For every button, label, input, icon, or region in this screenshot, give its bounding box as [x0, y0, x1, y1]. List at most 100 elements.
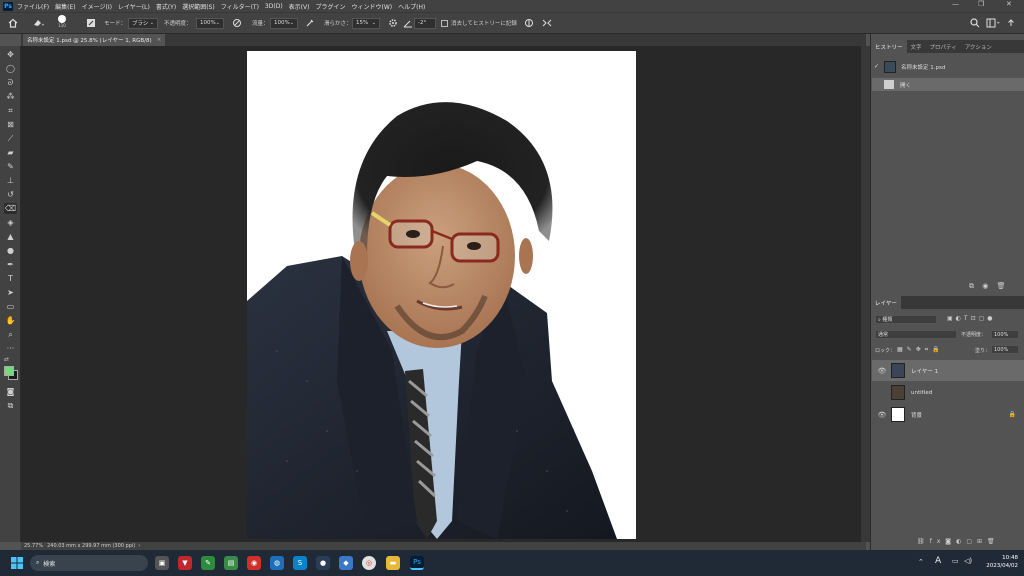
fill-input[interactable]: 100% [991, 345, 1019, 354]
blur-tool-icon[interactable]: ▲ [4, 231, 17, 242]
close-tab-icon[interactable]: × [157, 37, 162, 43]
app-icon[interactable]: ✎ [201, 556, 215, 570]
menu-layer[interactable]: レイヤー(L) [118, 2, 150, 11]
photoshop-taskbar-icon[interactable]: Ps [410, 556, 424, 570]
home-icon[interactable] [8, 17, 18, 29]
chrome-icon[interactable]: ◎ [362, 556, 376, 570]
airbrush-icon[interactable] [305, 17, 315, 29]
layer-row[interactable]: 👁 背景 🔒 [872, 404, 1024, 425]
taskbar-clock[interactable]: 10:48 2023/04/02 [986, 554, 1018, 570]
minimize-button[interactable]: — [952, 0, 959, 8]
search-icon[interactable] [970, 17, 980, 29]
tab-actions[interactable]: アクション [961, 40, 996, 53]
healing-brush-tool-icon[interactable]: ▰ [4, 147, 17, 158]
erase-to-history-checkbox[interactable]: 消去してヒストリーに記録 [441, 17, 517, 29]
windows-start-icon[interactable] [10, 556, 24, 570]
zoom-tool-icon[interactable]: ⌕ [4, 329, 17, 340]
lock-icons[interactable]: ▦✎✥⌗🔒 [897, 346, 944, 354]
swap-colors-icon[interactable]: ⇄ [4, 356, 9, 363]
paint-bucket-tool-icon[interactable]: ◈ [4, 217, 17, 228]
file-explorer-icon[interactable]: ▬ [386, 556, 400, 570]
rectangle-tool-icon[interactable]: ▭ [4, 301, 17, 312]
blend-mode-select[interactable]: 通常 [875, 330, 957, 339]
document-tab[interactable]: 名称未設定 1.psd @ 25.8% (レイヤー 1, RGB/8) × [23, 34, 165, 46]
path-selection-tool-icon[interactable]: ➤ [4, 287, 17, 298]
flow-input[interactable]: 100% ⌄ [270, 17, 298, 29]
lasso-tool-icon[interactable]: ᘐ [4, 77, 17, 88]
pen-tool-icon[interactable]: ✒ [4, 259, 17, 270]
quick-mask-icon[interactable]: ◙ [4, 386, 17, 397]
layer-row[interactable]: untitled [872, 382, 1024, 403]
smoothing-input[interactable]: 15% ⌄ [352, 17, 380, 29]
dodge-tool-icon[interactable]: ● [4, 245, 17, 256]
zoom-level[interactable]: 25.77% [24, 543, 43, 549]
maximize-button[interactable]: ❐ [978, 0, 984, 8]
trash-icon[interactable]: 🗑 [997, 282, 1006, 290]
more-tools-icon[interactable]: ··· [4, 343, 17, 354]
hand-tool-icon[interactable]: ✋ [4, 315, 17, 326]
eraser-tool-preset-icon[interactable] [32, 17, 44, 29]
app-icon[interactable]: ◉ [247, 556, 261, 570]
menu-plugins[interactable]: プラグイン [315, 2, 345, 11]
tab-history[interactable]: ヒストリー [871, 40, 907, 53]
symmetry-icon[interactable] [542, 17, 552, 29]
menu-image[interactable]: イメージ(I) [82, 2, 112, 11]
ime-indicator[interactable]: A [935, 556, 941, 566]
status-menu-icon[interactable]: › [138, 543, 140, 549]
pressure-opacity-icon[interactable] [232, 17, 242, 29]
menu-edit[interactable]: 編集(E) [55, 2, 75, 11]
layer-row[interactable]: 👁 レイヤー 1 [872, 360, 1024, 381]
task-view-icon[interactable]: ▣ [155, 556, 169, 570]
app-icon[interactable]: ◆ [339, 556, 353, 570]
menu-select[interactable]: 選択範囲(S) [182, 2, 215, 11]
brush-settings-icon[interactable] [86, 17, 96, 29]
magic-wand-tool-icon[interactable]: ⁂ [4, 91, 17, 102]
volume-icon[interactable]: ◁) [964, 557, 972, 565]
type-tool-icon[interactable]: T [4, 273, 17, 284]
menu-type[interactable]: 書式(Y) [156, 2, 176, 11]
new-document-from-state-icon[interactable]: ⧉ [969, 282, 974, 290]
screen-mode-icon[interactable]: ⧉ [4, 400, 17, 411]
crop-tool-icon[interactable]: ⌗ [4, 105, 17, 116]
close-window-button[interactable]: ✕ [1006, 0, 1012, 8]
history-brush-tool-icon[interactable]: ↺ [4, 189, 17, 200]
app-icon[interactable]: ● [316, 556, 330, 570]
tray-chevron-icon[interactable]: ⌃ [918, 558, 924, 566]
eraser-tool-icon[interactable]: ⌫ [4, 203, 17, 214]
foreground-color-swatch[interactable] [4, 366, 14, 376]
history-snapshot[interactable]: ✓ 名称未設定 1.psd [872, 60, 1024, 73]
canvas-scrollbar[interactable] [861, 46, 870, 542]
taskbar-search[interactable]: ⌕ 検索 [30, 555, 148, 571]
share-icon[interactable] [1006, 17, 1016, 29]
network-icon[interactable]: ▭ [952, 557, 959, 565]
layers-panel-actions[interactable]: ⛓fx◙◐▢⊞🗑 [917, 538, 1000, 545]
mode-select[interactable]: ブラシ ⌄ [128, 17, 158, 29]
clone-stamp-tool-icon[interactable]: ⊥ [4, 175, 17, 186]
camera-icon[interactable]: ◉ [982, 282, 988, 290]
skype-icon[interactable]: S [293, 556, 307, 570]
angle-input[interactable]: -2° [414, 17, 436, 29]
tab-layers[interactable]: レイヤー [871, 296, 901, 309]
menu-filter[interactable]: フィルター(T) [221, 2, 259, 11]
marquee-tool-icon[interactable]: ◯ [4, 63, 17, 74]
eye-icon[interactable]: 👁 [877, 411, 887, 419]
menu-view[interactable]: 表示(V) [289, 2, 310, 11]
history-brush-source-icon[interactable]: ✓ [874, 63, 884, 70]
tab-properties[interactable]: プロパティ [926, 40, 961, 53]
workspace-icon[interactable] [986, 17, 1000, 29]
frame-tool-icon[interactable]: ⊠ [4, 119, 17, 130]
gear-icon[interactable] [388, 17, 398, 29]
tab-character[interactable]: 文字 [907, 40, 926, 53]
move-tool-icon[interactable]: ✥ [4, 49, 17, 60]
opacity-input[interactable]: 100% ⌄ [196, 17, 224, 29]
brush-size-picker[interactable]: 110 [58, 15, 66, 33]
menu-3d[interactable]: 3D(D) [265, 3, 283, 10]
document-canvas[interactable] [247, 51, 636, 539]
layer-filter-icons[interactable]: ▣◐T⊡▢● [947, 315, 996, 322]
layer-kind-filter[interactable]: ⌕ 種類 [875, 315, 937, 324]
menu-window[interactable]: ウィンドウ(W) [351, 2, 392, 11]
brush-tool-icon[interactable]: ✎ [4, 161, 17, 172]
layer-opacity-input[interactable]: 100% [991, 330, 1019, 339]
app-icon[interactable]: ▼ [178, 556, 192, 570]
pressure-size-icon[interactable] [524, 17, 534, 29]
